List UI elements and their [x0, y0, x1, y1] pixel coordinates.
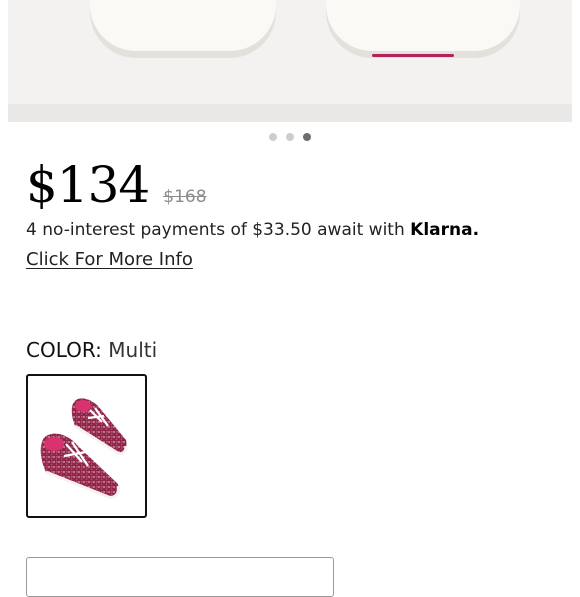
- color-label: COLOR:: [26, 338, 102, 362]
- hero-bottom-shade: [8, 104, 572, 122]
- sale-price: $134: [26, 156, 150, 214]
- color-selector-heading: COLOR: Multi: [26, 338, 157, 362]
- original-price: $168: [163, 187, 207, 207]
- color-value: Multi: [108, 338, 158, 362]
- sneaker-sole-right: [326, 0, 520, 58]
- sneaker-sole-left: [90, 0, 276, 58]
- price-row: $134 $168: [26, 154, 207, 216]
- klarna-logo: Klarna.: [410, 220, 480, 240]
- carousel-dots: [269, 133, 311, 141]
- product-image-hero[interactable]: [8, 0, 572, 122]
- glitter-sneakers-thumbnail: [40, 398, 128, 499]
- carousel-dot-3-active[interactable]: [303, 133, 311, 141]
- color-swatch-multi[interactable]: [26, 374, 147, 518]
- size-select[interactable]: [26, 557, 334, 597]
- klarna-text: 4 no-interest payments of $33.50 await w…: [26, 220, 411, 240]
- klarna-installments: 4 no-interest payments of $33.50 await w…: [26, 220, 479, 240]
- more-info-link[interactable]: Click For More Info: [26, 249, 193, 270]
- carousel-dot-1[interactable]: [269, 133, 277, 141]
- carousel-dot-2[interactable]: [286, 133, 294, 141]
